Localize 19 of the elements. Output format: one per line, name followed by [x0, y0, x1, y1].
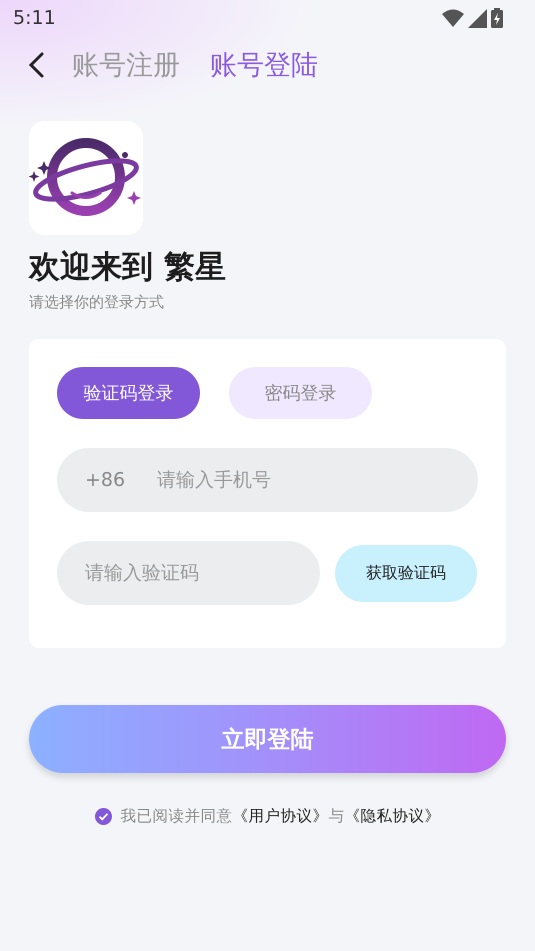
header-tab[interactable]: 账号注册 — [66, 47, 186, 83]
agreement-link[interactable]: 《用户协议》 — [232, 807, 328, 825]
login-button[interactable]: 立即登陆 — [29, 705, 506, 773]
code-field[interactable]: 请输入验证码 — [57, 541, 320, 605]
signal-icon — [468, 8, 487, 28]
header-tab[interactable]: 账号登陆 — [204, 47, 324, 83]
status-time: 5:11 — [13, 7, 56, 29]
agree-checkbox[interactable] — [94, 808, 112, 825]
wifi-icon — [442, 9, 464, 27]
battery-icon — [491, 8, 503, 28]
login-mode-tab[interactable]: 验证码登录 — [57, 367, 200, 419]
welcome-title: 欢迎来到 繁星 — [29, 248, 227, 287]
planet-logo-icon — [29, 121, 143, 235]
agreement-link[interactable]: 《隐私协议》 — [344, 807, 440, 825]
get-code-button[interactable]: 获取验证码 — [335, 544, 477, 602]
country-code[interactable]: +86 — [85, 468, 126, 492]
agreement-text: 我已阅读并同意《用户协议》与《隐私协议》 — [120, 806, 440, 827]
login-mode-tab[interactable]: 密码登录 — [229, 367, 372, 419]
welcome-subtitle: 请选择你的登录方式 — [29, 293, 165, 312]
